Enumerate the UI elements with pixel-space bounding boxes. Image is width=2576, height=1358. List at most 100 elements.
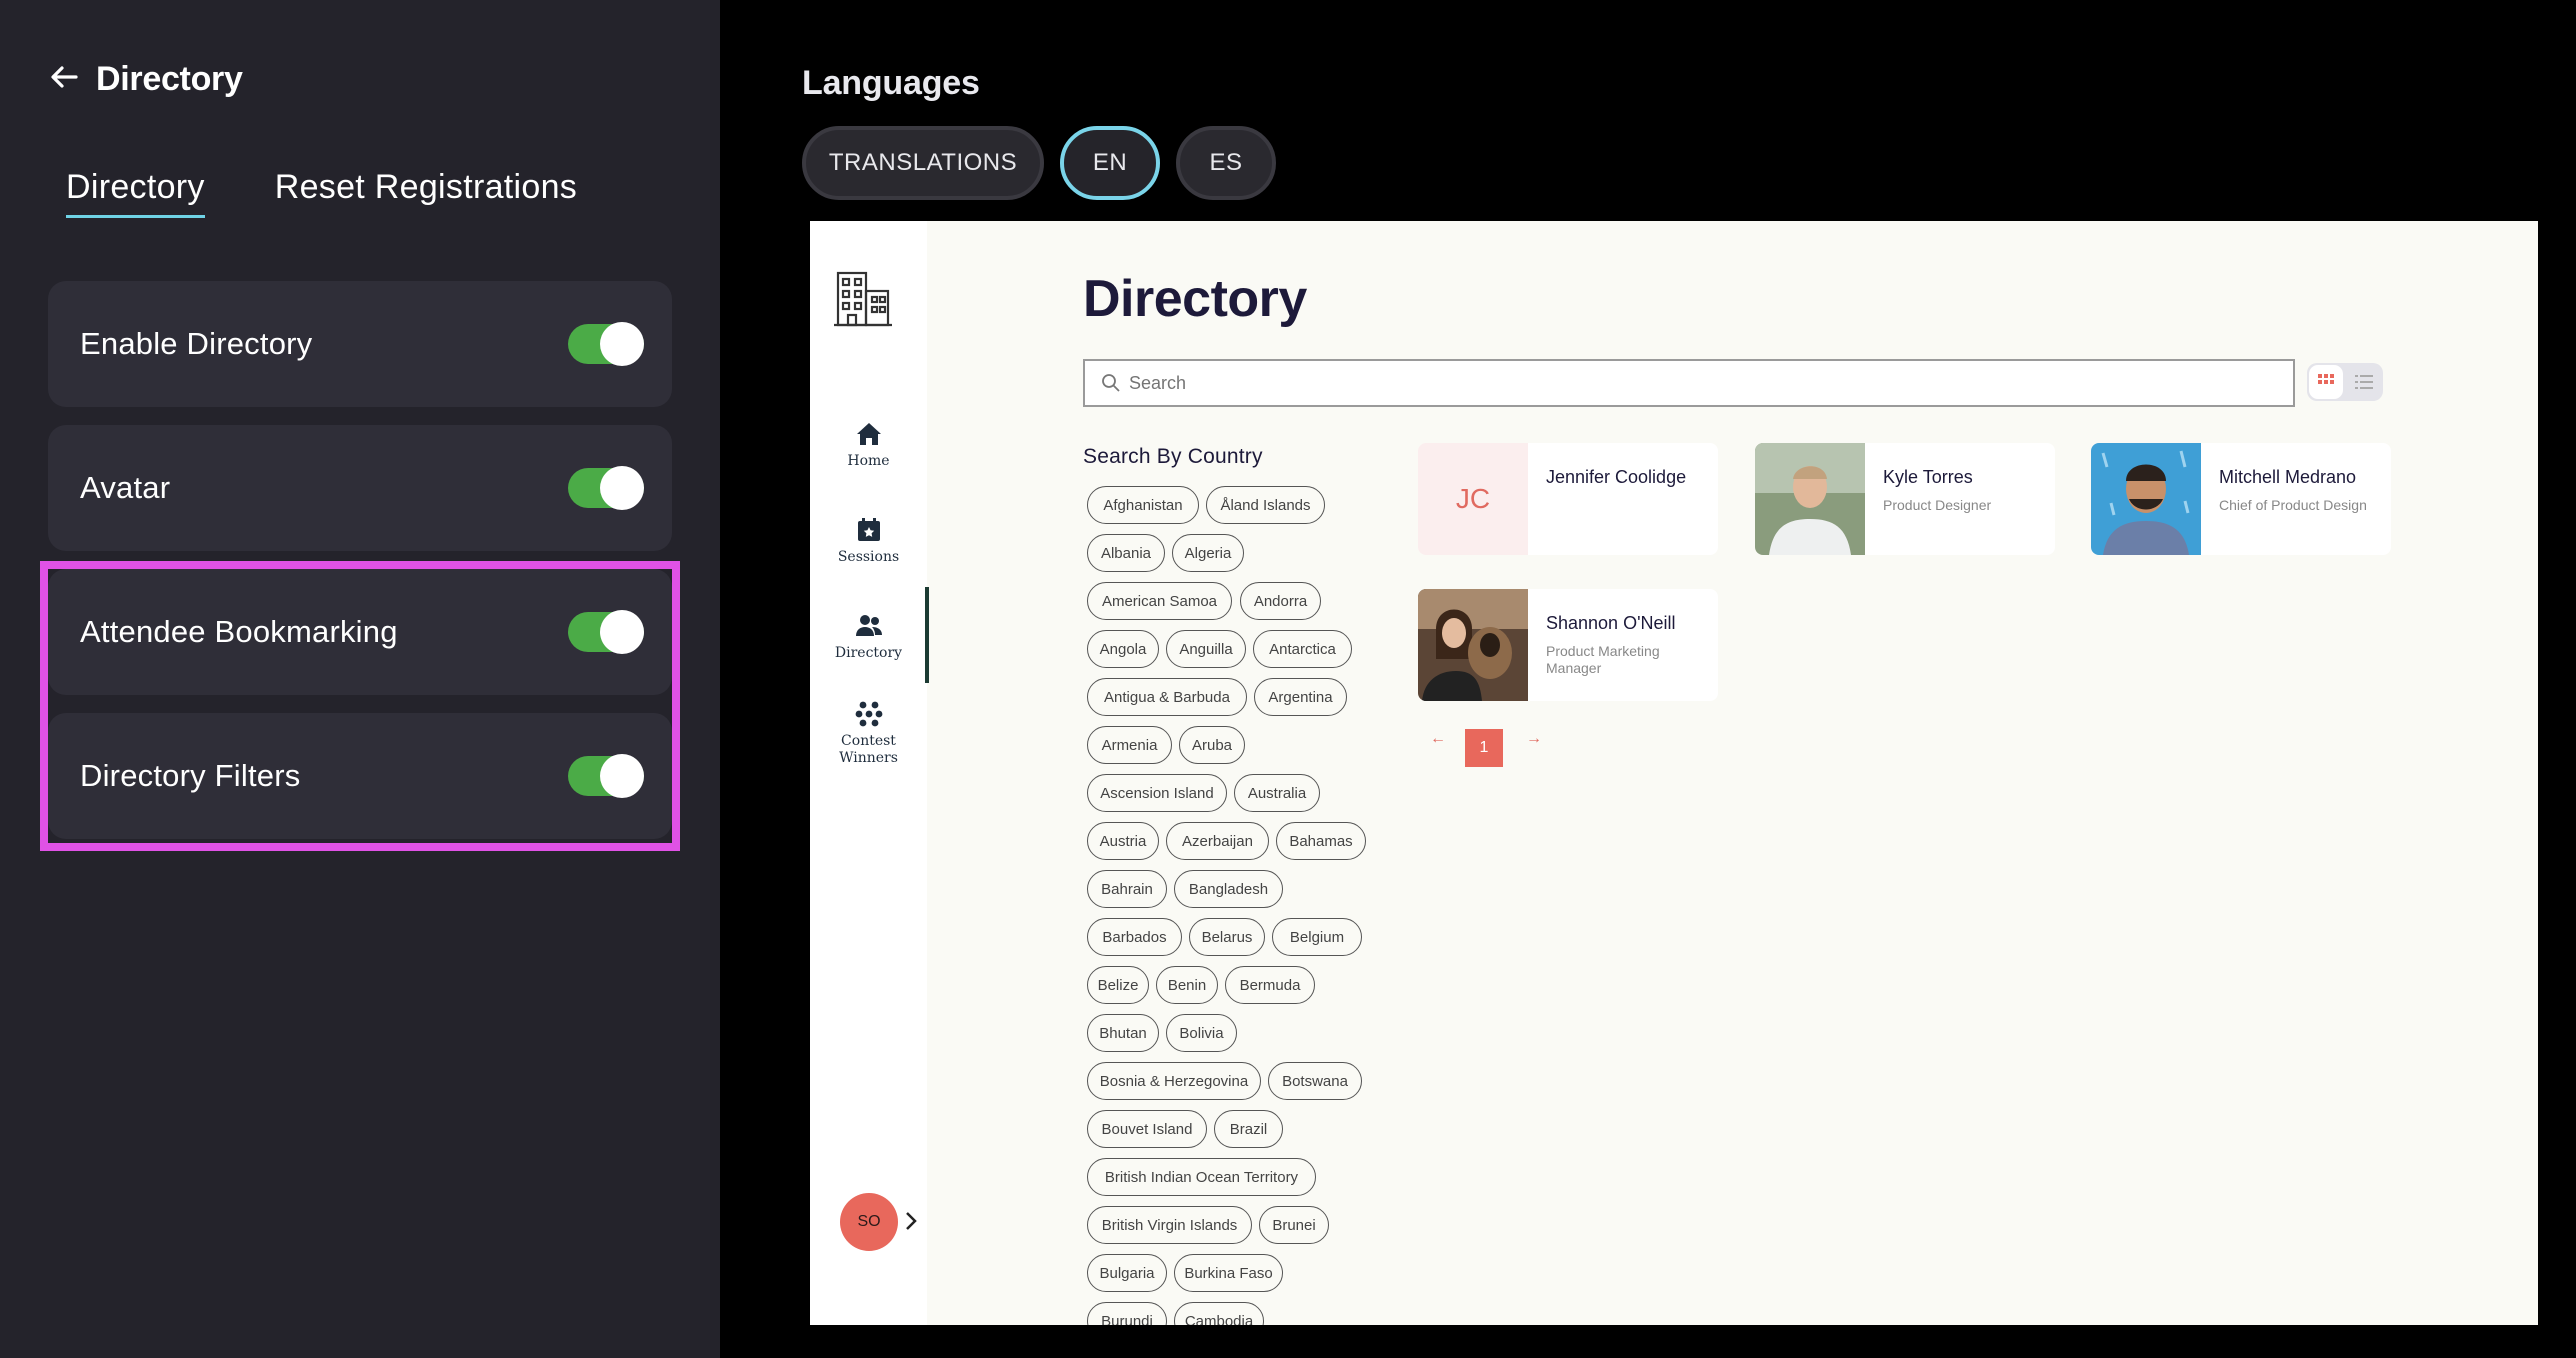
country-chip[interactable]: Bulgaria [1087, 1254, 1167, 1292]
person-role: Product Designer [1883, 497, 1992, 513]
setting-label: Avatar [80, 470, 171, 505]
country-chip[interactable]: Bosnia & Herzegovina [1087, 1062, 1261, 1100]
country-chip[interactable]: Afghanistan [1087, 486, 1199, 524]
nav-label: Sessions [837, 549, 900, 565]
country-chip[interactable]: Bermuda [1225, 966, 1315, 1004]
country-chip[interactable]: Belarus [1189, 918, 1265, 956]
setting-enable-directory: Enable Directory [48, 281, 672, 407]
country-chip[interactable]: Australia [1234, 774, 1320, 812]
person-name: Mitchell Medrano [2219, 467, 2357, 487]
directory-preview: Home Sessions Directory Contest Winners … [810, 221, 2538, 1325]
view-toggle [2307, 363, 2383, 401]
country-chip[interactable]: Botswana [1268, 1062, 1362, 1100]
country-chip[interactable]: Belgium [1272, 918, 1362, 956]
language-es-button[interactable]: ES [1176, 126, 1276, 200]
tab-directory[interactable]: Directory [66, 168, 205, 218]
people-icon [855, 615, 882, 636]
country-chip[interactable]: Benin [1156, 966, 1218, 1004]
directory-title: Directory [1083, 270, 1307, 328]
building-icon [832, 267, 894, 329]
country-chip[interactable]: British Virgin Islands [1087, 1206, 1252, 1244]
person-role: Chief of Product Design [2219, 497, 2367, 513]
country-chip[interactable]: Argentina [1254, 678, 1347, 716]
country-chip[interactable]: Bhutan [1087, 1014, 1159, 1052]
enable-directory-toggle[interactable] [568, 322, 644, 366]
country-filter-title: Search By Country [1083, 445, 1263, 468]
person-name: Jennifer Coolidge [1546, 467, 1687, 487]
person-name: Kyle Torres [1883, 467, 1973, 487]
home-icon [856, 423, 881, 445]
person-name: Shannon O'Neill [1546, 613, 1676, 633]
country-chip[interactable]: Burundi [1087, 1302, 1167, 1325]
search-box [1083, 359, 2295, 407]
user-avatar[interactable]: SO [840, 1193, 898, 1251]
nav-label: Contest Winners [839, 733, 898, 766]
country-chip[interactable]: Barbados [1087, 918, 1182, 956]
country-chip[interactable]: Burkina Faso [1174, 1254, 1283, 1292]
country-chip[interactable]: Bahrain [1087, 870, 1167, 908]
country-chip[interactable]: British Indian Ocean Territory [1087, 1158, 1316, 1196]
page-number-button[interactable]: 1 [1465, 729, 1503, 767]
panel-title: Directory [96, 60, 243, 98]
person-photo [2091, 443, 2201, 555]
setting-label: Enable Directory [80, 326, 313, 361]
country-chip[interactable]: Austria [1087, 822, 1159, 860]
country-chip[interactable]: Andorra [1240, 582, 1321, 620]
panel-header: Directory [48, 60, 243, 99]
person-initials: JC [1418, 443, 1528, 555]
country-chip[interactable]: Ascension Island [1087, 774, 1227, 812]
dots-icon [855, 701, 882, 727]
country-chip[interactable]: Algeria [1172, 534, 1244, 572]
preview-sidebar: Home Sessions Directory Contest Winners … [810, 221, 929, 1325]
country-chip[interactable]: Antarctica [1253, 630, 1352, 668]
country-chip[interactable]: Cambodia [1174, 1302, 1264, 1325]
person-role: Product Marketing Manager [1546, 643, 1660, 676]
person-card[interactable]: Kyle Torres Product Designer [1755, 443, 2055, 555]
back-arrow-icon[interactable] [48, 61, 80, 98]
person-card[interactable]: JC Jennifer Coolidge [1418, 443, 1718, 555]
grid-view-button[interactable] [2309, 365, 2343, 399]
nav-label: Directory [834, 645, 903, 661]
country-chip[interactable]: Anguilla [1166, 630, 1246, 668]
next-page-arrow[interactable]: → [1526, 730, 1542, 748]
avatar-toggle[interactable] [568, 466, 644, 510]
prev-page-arrow[interactable]: ← [1430, 730, 1446, 748]
country-chip[interactable]: Bangladesh [1174, 870, 1283, 908]
nav-directory[interactable]: Directory [810, 611, 927, 661]
country-chip[interactable]: Albania [1087, 534, 1165, 572]
highlight-box [40, 561, 680, 851]
country-chip[interactable]: Åland Islands [1206, 486, 1325, 524]
active-nav-indicator [925, 587, 929, 683]
country-chip[interactable]: Angola [1087, 630, 1159, 668]
toggle-knob [600, 322, 644, 366]
country-chip[interactable]: Antigua & Barbuda [1087, 678, 1247, 716]
translations-button[interactable]: TRANSLATIONS [802, 126, 1044, 200]
grid-icon [2318, 374, 2334, 384]
tab-reset-registrations[interactable]: Reset Registrations [275, 168, 577, 218]
country-chip[interactable]: Armenia [1087, 726, 1172, 764]
country-chip[interactable]: Brunei [1259, 1206, 1329, 1244]
person-card[interactable]: Mitchell Medrano Chief of Product Design [2091, 443, 2391, 555]
country-chip[interactable]: Aruba [1179, 726, 1245, 764]
person-photo [1755, 443, 1865, 555]
list-icon[interactable] [2355, 375, 2373, 389]
toggle-knob [600, 466, 644, 510]
calendar-icon [857, 518, 880, 541]
country-chip[interactable]: Azerbaijan [1166, 822, 1269, 860]
country-chip[interactable]: Belize [1087, 966, 1149, 1004]
nav-home[interactable]: Home [810, 419, 927, 469]
languages-title: Languages [802, 64, 980, 102]
country-chip[interactable]: American Samoa [1087, 582, 1232, 620]
country-chip[interactable]: Bahamas [1276, 822, 1366, 860]
country-chip[interactable]: Brazil [1214, 1110, 1283, 1148]
country-chip[interactable]: Bouvet Island [1087, 1110, 1207, 1148]
settings-panel: Directory Directory Reset Registrations … [0, 0, 720, 1358]
chevron-right-icon[interactable] [902, 1209, 920, 1233]
language-en-button[interactable]: EN [1060, 126, 1160, 200]
nav-sessions[interactable]: Sessions [810, 515, 927, 565]
person-card[interactable]: Shannon O'Neill Product Marketing Manage… [1418, 589, 1718, 701]
panel-tabs: Directory Reset Registrations [66, 168, 577, 218]
country-chip[interactable]: Bolivia [1166, 1014, 1237, 1052]
nav-contest-winners[interactable]: Contest Winners [810, 699, 927, 767]
search-input[interactable] [1129, 372, 2229, 394]
